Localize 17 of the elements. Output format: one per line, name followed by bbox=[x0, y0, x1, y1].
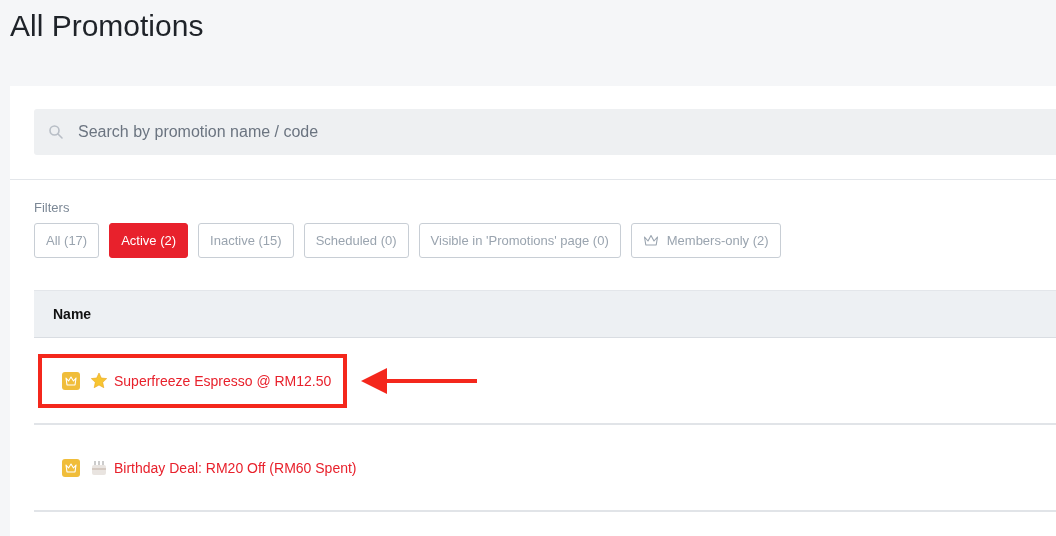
filter-button[interactable]: Scheduled (0) bbox=[303, 223, 409, 258]
star-icon bbox=[90, 371, 108, 390]
filter-button[interactable]: Active (2) bbox=[109, 223, 189, 258]
filter-button[interactable]: Members-only (2) bbox=[630, 223, 781, 258]
filters-label: Filters bbox=[34, 200, 71, 215]
promotion-link[interactable]: Superfreeze Espresso @ RM12.50 bbox=[114, 372, 332, 389]
search-input[interactable]: Search by promotion name / code bbox=[76, 122, 1056, 142]
search-field[interactable]: Search by promotion name / code bbox=[34, 109, 1056, 155]
cake-icon bbox=[90, 458, 108, 477]
filter-button[interactable]: Inactive (15) bbox=[198, 223, 294, 258]
search-icon bbox=[48, 124, 64, 140]
column-header: Name bbox=[53, 306, 92, 322]
filter-button[interactable]: Visible in 'Promotions' page (0) bbox=[418, 223, 621, 258]
promotion-link[interactable]: Birthday Deal: RM20 Off (RM60 Spent) bbox=[114, 459, 357, 476]
arrow-icon bbox=[361, 367, 478, 394]
filter-button[interactable]: All (17) bbox=[34, 223, 100, 258]
page-title: All Promotions bbox=[9, 8, 205, 44]
